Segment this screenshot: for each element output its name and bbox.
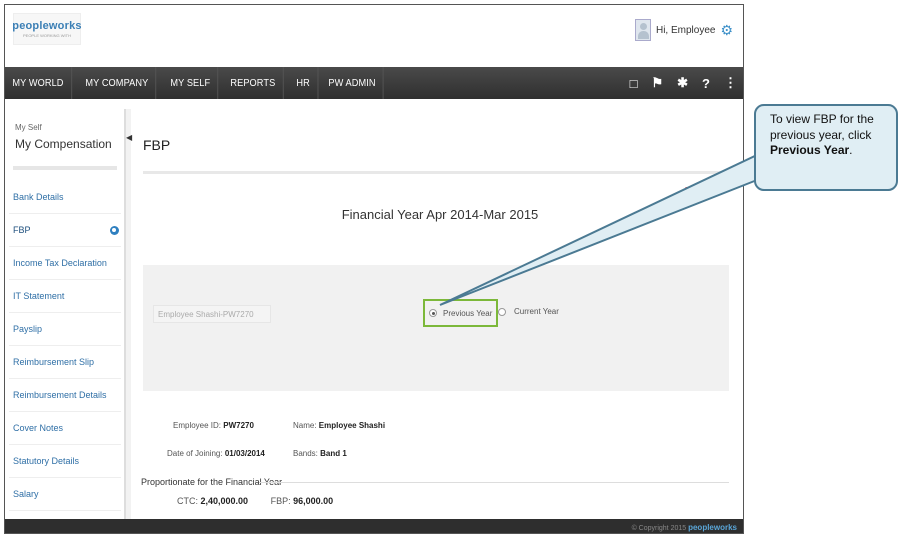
ctc-label: CTC:	[177, 496, 198, 506]
doj-value: 01/03/2014	[224, 449, 265, 458]
nav-pw-admin[interactable]: PW ADMIN	[321, 67, 384, 99]
instruction-callout: To view FBP for the previous year, click…	[754, 104, 898, 191]
name-label: Name:	[293, 421, 317, 430]
ctc-value: 2,40,000.00	[200, 496, 249, 506]
sidebar-splitter[interactable]	[125, 109, 131, 533]
bands-value: Band 1	[320, 449, 347, 458]
user-box: Hi, Employee ⚙	[634, 19, 733, 41]
previous-year-highlight: Previous Year	[423, 299, 499, 327]
callout-text: To view FBP for the previous year, click	[770, 112, 874, 142]
previous-year-radio[interactable]	[429, 309, 437, 317]
sidebar-item-reimbursement-details[interactable]: Reimbursement Details	[9, 379, 121, 412]
name-row: Name: Employee Shashi	[293, 421, 385, 430]
nav-my-company[interactable]: MY COMPANY	[78, 67, 157, 99]
sidebar-item-salary[interactable]: Salary	[9, 478, 121, 511]
name-value: Employee Shashi	[318, 421, 386, 430]
sidebar-item-label: Bank Details	[13, 192, 64, 202]
logo-text: peopleworks	[12, 20, 82, 32]
title-divider	[143, 171, 733, 174]
peopleworks-logo[interactable]: peopleworks PEOPLE WORKING WITH	[12, 13, 82, 45]
collapse-arrow-icon[interactable]: ◀	[126, 133, 132, 142]
main-content: FBP Financial Year Apr 2014-Mar 2015 Emp…	[137, 109, 743, 533]
sidebar-item-label: Income Tax Declaration	[13, 258, 107, 268]
notification-dot	[685, 187, 688, 190]
sidebar-item-label: Reimbursement Details	[13, 390, 107, 400]
user-greeting[interactable]: Hi, Employee	[656, 25, 715, 36]
page-title: FBP	[143, 137, 171, 153]
sidebar-item-label: Payslip	[13, 324, 43, 334]
sidebar-item-statutory-details[interactable]: Statutory Details	[9, 445, 121, 478]
callout-bold-text: Previous Year	[770, 143, 850, 157]
bands-label: Bands:	[293, 449, 318, 458]
main-nav: MY WORLD MY COMPANY MY SELF REPORTS HR P…	[5, 67, 743, 99]
proportionate-divider	[259, 482, 729, 483]
bands-row: Bands: Band 1	[293, 449, 347, 458]
book-icon[interactable]: □	[630, 76, 638, 91]
sidebar-item-label: Cover Notes	[13, 423, 64, 433]
nav-icons: □ ⚑ ✱ ? ⋮	[630, 67, 737, 99]
copyright-text: © Copyright 2015	[631, 525, 687, 532]
nav-my-world[interactable]: MY WORLD	[5, 67, 72, 99]
previous-year-label[interactable]: Previous Year	[443, 309, 492, 318]
sidebar-item-it-statement[interactable]: IT Statement	[9, 280, 121, 313]
current-year-radio[interactable]	[498, 307, 506, 316]
top-bar: peopleworks PEOPLE WORKING WITH Hi, Empl…	[5, 5, 743, 63]
sidebar-divider	[13, 166, 117, 170]
financial-year-heading: Financial Year Apr 2014-Mar 2015	[341, 207, 539, 222]
logo-subtext: PEOPLE WORKING WITH	[22, 33, 71, 38]
doj-label: Date of Joining:	[167, 449, 223, 458]
sidebar-item-cover-notes[interactable]: Cover Notes	[9, 412, 121, 445]
sidebar-menu: Bank Details FBP Income Tax Declaration …	[9, 181, 121, 511]
fbp-value: 96,000.00	[293, 496, 334, 506]
sidebar-item-income-tax[interactable]: Income Tax Declaration	[9, 247, 121, 280]
sidebar-item-fbp[interactable]: FBP	[9, 214, 121, 247]
doj-row: Date of Joining: 01/03/2014	[167, 449, 265, 458]
employee-field[interactable]: Employee Shashi-PW7270	[153, 305, 271, 323]
active-indicator-icon	[110, 225, 119, 235]
flag-icon[interactable]: ⚑	[651, 75, 663, 91]
current-year-label[interactable]: Current Year	[514, 307, 559, 316]
current-year-option: Current Year	[498, 307, 559, 316]
share-icon[interactable]: ⋮	[724, 75, 737, 91]
fbp-label: FBP:	[270, 496, 291, 506]
nav-my-self[interactable]: MY SELF	[163, 67, 219, 99]
sidebar: My Self My Compensation Bank Details FBP…	[9, 109, 125, 533]
callout-text-end: .	[849, 143, 853, 157]
nav-hr[interactable]: HR	[289, 67, 319, 99]
help-icon[interactable]: ?	[702, 76, 710, 91]
sidebar-item-label: FBP	[13, 225, 31, 235]
sidebar-item-label: Statutory Details	[13, 456, 80, 466]
tools-icon[interactable]: ✱	[677, 75, 688, 91]
employee-id-label: Employee ID:	[173, 421, 222, 430]
employee-id-row: Employee ID: PW7270	[173, 421, 254, 430]
sidebar-item-reimbursement-slip[interactable]: Reimbursement Slip	[9, 346, 121, 379]
sidebar-item-label: IT Statement	[13, 291, 65, 301]
footer: © Copyright 2015 peopleworks	[5, 519, 743, 533]
sidebar-section: My Self	[15, 123, 42, 132]
ctc-fbp-row: CTC: 2,40,000.00 FBP: 96,000.00	[177, 496, 333, 506]
nav-reports[interactable]: REPORTS	[223, 67, 284, 99]
app-window: peopleworks PEOPLE WORKING WITH Hi, Empl…	[4, 4, 744, 534]
filter-panel: Employee Shashi-PW7270 Previous Year Cur…	[143, 265, 729, 391]
employee-id-value: PW7270	[223, 421, 254, 430]
sidebar-item-payslip[interactable]: Payslip	[9, 313, 121, 346]
sidebar-item-bank-details[interactable]: Bank Details	[9, 181, 121, 214]
avatar[interactable]	[634, 19, 651, 41]
copyright: © Copyright 2015 peopleworks	[632, 523, 737, 532]
sidebar-item-label: Salary	[13, 489, 39, 499]
footer-brand: peopleworks	[688, 523, 737, 532]
gear-icon[interactable]: ⚙	[720, 23, 733, 37]
sidebar-item-label: Reimbursement Slip	[13, 357, 95, 367]
sidebar-title: My Compensation	[15, 137, 112, 151]
